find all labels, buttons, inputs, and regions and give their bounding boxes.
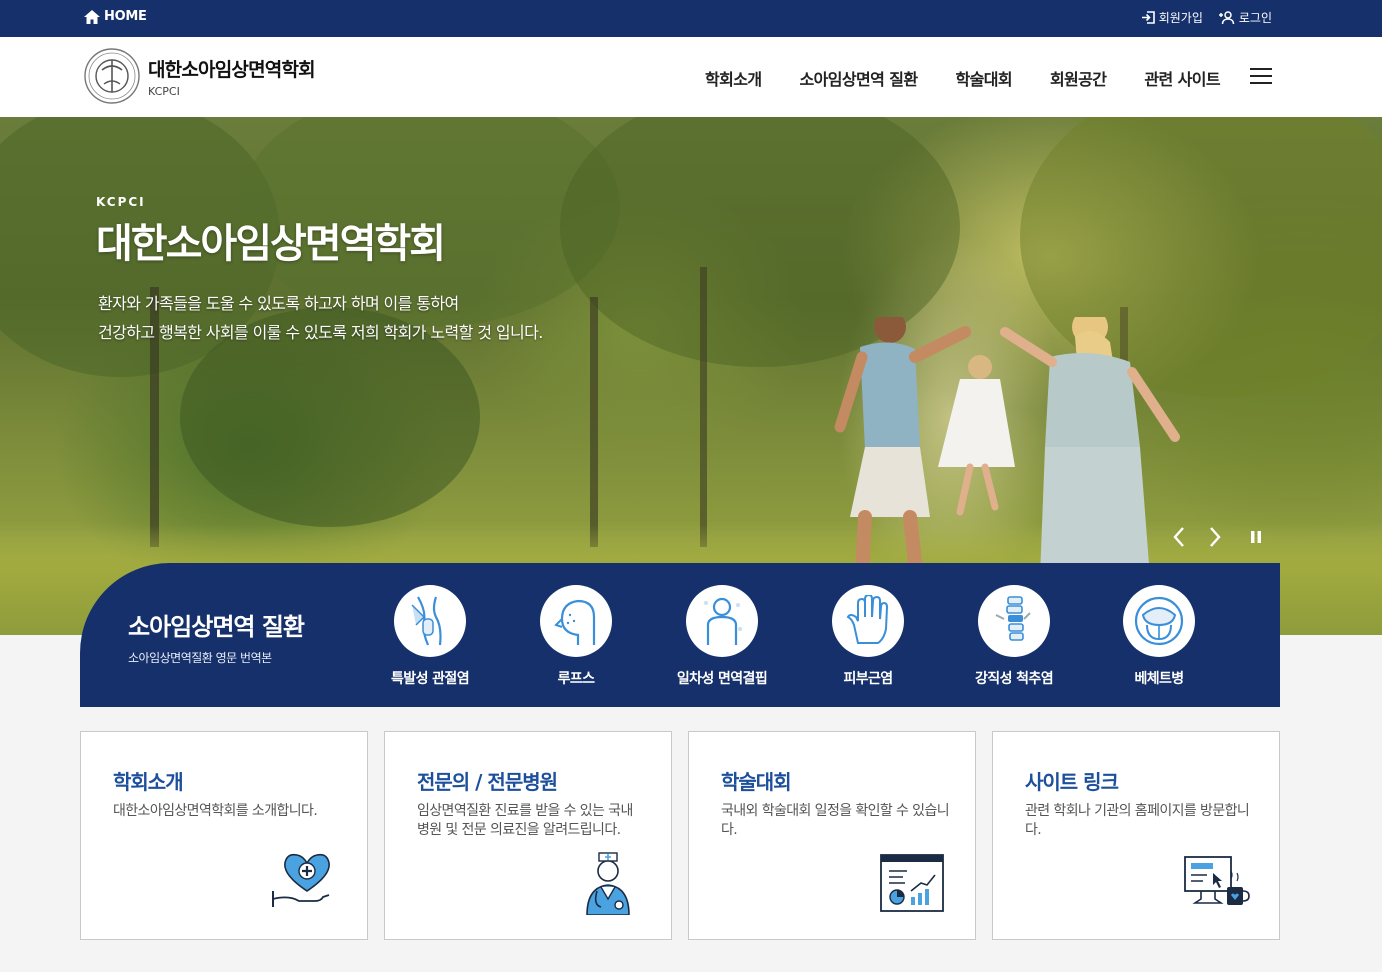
nav-diseases[interactable]: 소아임상면역 질환 bbox=[800, 66, 919, 90]
disease-icon-circle bbox=[978, 585, 1050, 657]
doctor-icon bbox=[586, 852, 630, 915]
card-site-links[interactable]: 사이트 링크 관련 학회나 기관의 홈페이지를 방문합니다. bbox=[992, 731, 1280, 940]
login-label: 로그인 bbox=[1238, 11, 1272, 25]
card-specialists[interactable]: 전문의 / 전문병원 임상면역질환 진료를 받을 수 있는 국내 병원 및 전문… bbox=[384, 731, 672, 940]
computer-link-icon bbox=[1184, 856, 1250, 905]
login-link[interactable]: 로그인 bbox=[1218, 9, 1272, 26]
disease-label: 루프스 bbox=[557, 671, 595, 687]
site-abbr: KCPCI bbox=[148, 84, 180, 98]
disease-english-link[interactable]: 소아임상면역질환 영문 번역본 bbox=[128, 649, 272, 666]
card-description: 국내외 학술대회 일정을 확인할 수 있습니다. bbox=[721, 803, 950, 838]
disease-quick-menu: 소아임상면역 질환 소아임상면역질환 영문 번역본 특발성 관절염 루프스 일차… bbox=[80, 563, 1280, 707]
card-title: 학술대회 bbox=[721, 770, 792, 794]
disease-item-behcet[interactable]: 베체트병 bbox=[1084, 585, 1234, 688]
hero-kicker: KCPCI bbox=[96, 195, 146, 209]
disease-icon-circle bbox=[832, 585, 904, 657]
heart-hand-icon bbox=[272, 853, 330, 907]
card-about[interactable]: 학회소개 대한소아임상면역학회를 소개합니다. bbox=[80, 731, 368, 940]
home-label: HOME bbox=[104, 9, 147, 24]
nav-members[interactable]: 회원공간 bbox=[1050, 66, 1107, 90]
disease-icon-circle bbox=[686, 585, 758, 657]
slider-prev-button[interactable] bbox=[1168, 525, 1190, 549]
pause-icon bbox=[1251, 531, 1261, 543]
card-conference[interactable]: 학술대회 국내외 학술대회 일정을 확인할 수 있습니다. bbox=[688, 731, 976, 940]
main-nav: 학회소개 소아임상면역 질환 학술대회 회원공간 관련 사이트 bbox=[705, 66, 1221, 90]
top-utility-bar: HOME 회원가입 로그인 bbox=[0, 0, 1382, 37]
nav-conference[interactable]: 학술대회 bbox=[955, 66, 1012, 90]
card-description: 대한소아임상면역학회를 소개합니다. bbox=[113, 803, 318, 819]
signup-link[interactable]: 회원가입 bbox=[1141, 9, 1203, 26]
chart-screen-icon bbox=[880, 854, 944, 912]
nav-about[interactable]: 학회소개 bbox=[705, 66, 762, 90]
mouth-icon bbox=[1134, 596, 1184, 646]
card-title: 학회소개 bbox=[113, 770, 184, 794]
hand-icon bbox=[846, 595, 889, 644]
disease-item-arthritis[interactable]: 특발성 관절염 bbox=[355, 585, 505, 688]
site-name: 대한소아임상면역학회 bbox=[148, 58, 316, 81]
disease-icon-circle bbox=[1123, 585, 1195, 657]
card-description: 임상면역질환 진료를 받을 수 있는 국내 병원 및 전문 의료진을 알려드립니… bbox=[417, 803, 633, 838]
face-icon bbox=[554, 599, 596, 645]
home-icon bbox=[84, 9, 100, 24]
login-icon bbox=[1218, 11, 1235, 24]
utility-links: 회원가입 로그인 bbox=[1141, 9, 1272, 26]
joint-icon bbox=[411, 596, 442, 646]
disease-section-title: 소아임상면역 질환 bbox=[128, 613, 305, 641]
slider-pause-button[interactable] bbox=[1245, 525, 1267, 549]
disease-label: 베체트병 bbox=[1134, 671, 1184, 687]
disease-label: 피부근염 bbox=[843, 671, 893, 687]
card-description: 관련 학회나 기관의 홈페이지를 방문합니다. bbox=[1025, 803, 1250, 838]
disease-icon-circle bbox=[394, 585, 466, 657]
disease-item-lupus[interactable]: 루프스 bbox=[501, 585, 651, 688]
hero-desc-line-2: 건강하고 행복한 사회를 이룰 수 있도록 저희 학회가 노력할 것 입니다. bbox=[98, 323, 543, 342]
site-logo[interactable]: 대한소아임상면역학회 KCPCI bbox=[84, 48, 316, 104]
hero-slider: KCPCI 대한소아임상면역학회 환자와 가족들을 도울 수 있도록 하고자 하… bbox=[0, 117, 1382, 635]
disease-item-ankylosing-spondylitis[interactable]: 강직성 척추염 bbox=[939, 585, 1089, 688]
hamburger-menu-icon[interactable] bbox=[1250, 68, 1272, 85]
disease-item-dermatomyositis[interactable]: 피부근염 bbox=[793, 585, 943, 688]
society-seal-icon bbox=[84, 48, 140, 104]
disease-item-immunodeficiency[interactable]: 일차성 면역결핍 bbox=[647, 585, 797, 688]
body-icon bbox=[704, 597, 742, 645]
card-title: 사이트 링크 bbox=[1025, 770, 1119, 794]
chevron-left-icon bbox=[1173, 527, 1184, 547]
disease-label: 강직성 척추염 bbox=[975, 671, 1054, 687]
signup-label: 회원가입 bbox=[1158, 11, 1203, 25]
slider-next-button[interactable] bbox=[1204, 525, 1226, 549]
hero-description: 환자와 가족들을 도울 수 있도록 하고자 하며 이를 통하여 건강하고 행복한… bbox=[98, 289, 543, 347]
card-title: 전문의 / 전문병원 bbox=[417, 770, 558, 794]
disease-label: 특발성 관절염 bbox=[391, 671, 470, 687]
hero-desc-line-1: 환자와 가족들을 도울 수 있도록 하고자 하며 이를 통하여 bbox=[98, 294, 459, 313]
spine-icon bbox=[995, 596, 1031, 641]
home-link[interactable]: HOME bbox=[84, 9, 147, 24]
disease-icon-circle bbox=[540, 585, 612, 657]
disease-label: 일차성 면역결핍 bbox=[676, 671, 768, 687]
site-header: 대한소아임상면역학회 KCPCI 학회소개 소아임상면역 질환 학술대회 회원공… bbox=[0, 37, 1382, 117]
nav-related-sites[interactable]: 관련 사이트 bbox=[1144, 66, 1220, 90]
signup-icon bbox=[1141, 11, 1155, 24]
chevron-right-icon bbox=[1210, 527, 1221, 547]
hero-title: 대한소아임상면역학회 bbox=[96, 221, 446, 267]
